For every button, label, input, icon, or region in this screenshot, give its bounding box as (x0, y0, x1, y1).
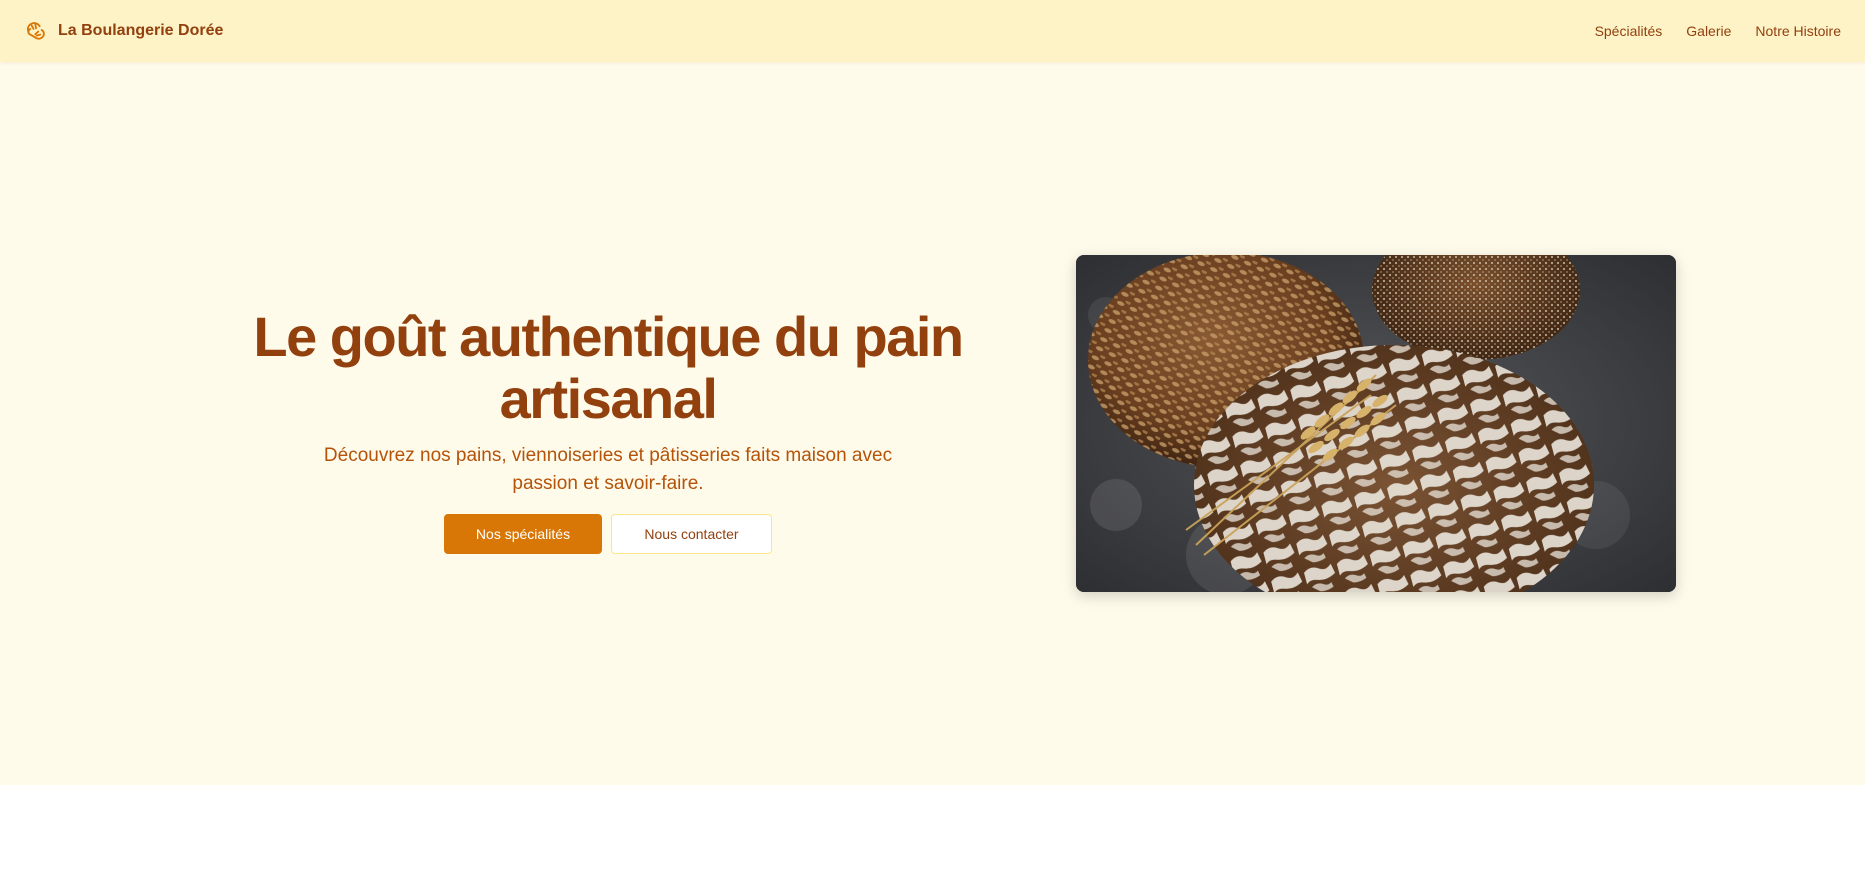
content-section (0, 785, 1865, 883)
hero-bread-image (1076, 255, 1676, 592)
nav-link-notre-histoire[interactable]: Notre Histoire (1755, 23, 1841, 39)
brand-link[interactable]: La Boulangerie Dorée (24, 19, 223, 43)
hero-section: Le goût authentique du pain artisanal Dé… (0, 62, 1865, 785)
brand-name: La Boulangerie Dorée (58, 22, 224, 39)
nav-links: Spécialités Galerie Notre Histoire (1595, 23, 1841, 39)
contact-button[interactable]: Nous contacter (611, 514, 772, 554)
hero-text: Le goût authentique du pain artisanal Dé… (218, 306, 998, 554)
nav-link-specialites[interactable]: Spécialités (1595, 23, 1663, 39)
hero-buttons: Nos spécialités Nous contacter (218, 514, 998, 554)
hero-title: Le goût authentique du pain artisanal (253, 305, 964, 430)
navbar: La Boulangerie Dorée Spécialités Galerie… (0, 0, 1865, 62)
croissant-icon (26, 22, 45, 40)
specialites-button[interactable]: Nos spécialités (444, 514, 602, 554)
nav-link-galerie[interactable]: Galerie (1686, 23, 1731, 39)
hero-subtitle: Découvrez nos pains, viennoiseries et pâ… (323, 445, 893, 494)
